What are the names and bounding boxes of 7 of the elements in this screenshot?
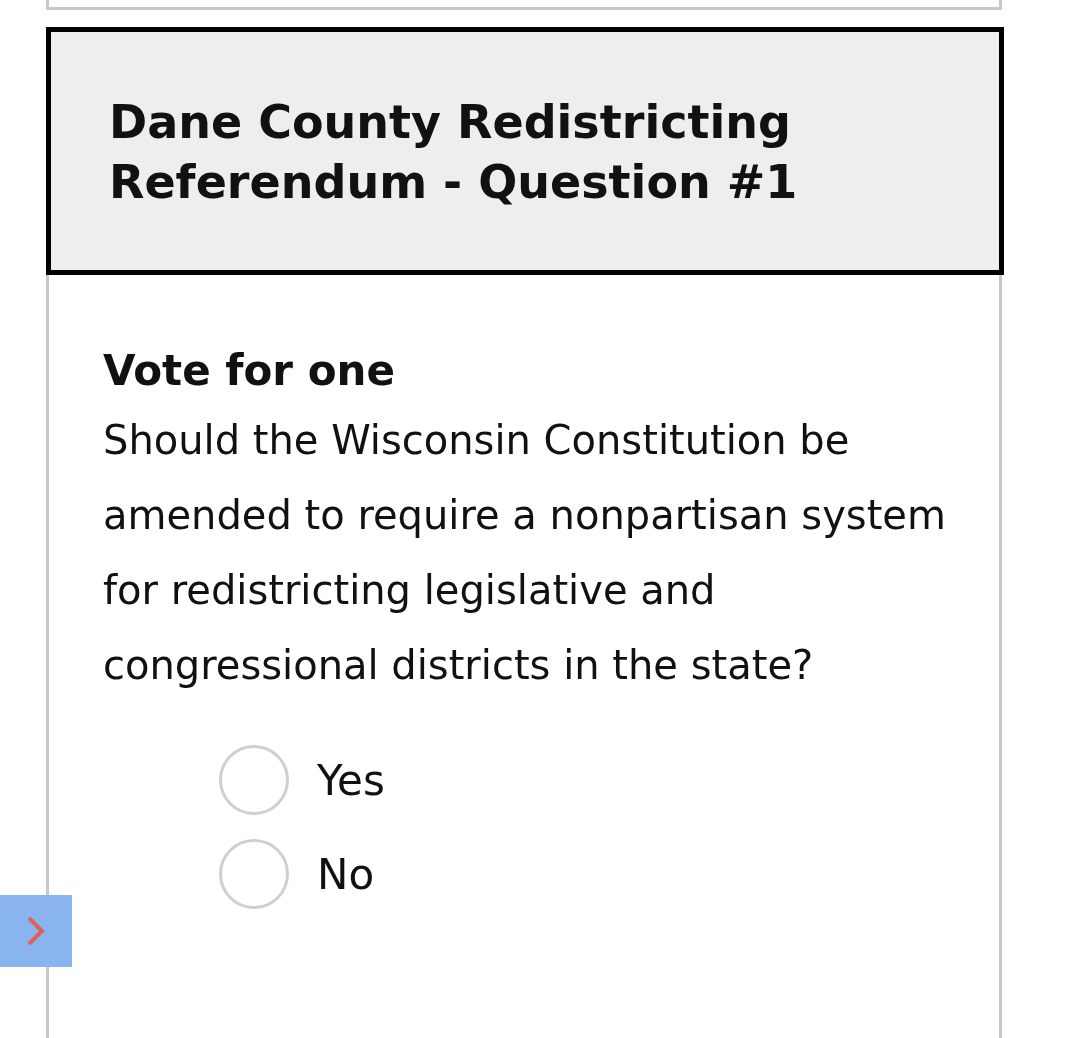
option-label[interactable]: Yes [317, 755, 385, 805]
vote-instruction: Vote for one [103, 345, 396, 397]
side-panel-toggle[interactable] [0, 895, 72, 967]
contest-title: Dane County Redistricting Referendum - Question #1 [109, 94, 799, 211]
option-label[interactable]: No [317, 849, 375, 899]
chevron-right-icon [26, 915, 46, 947]
question-text: Should the Wisconsin Constitution be amended to require a nonpartisan system for redistricting legislative and congressional districts in the state? [103, 416, 947, 690]
